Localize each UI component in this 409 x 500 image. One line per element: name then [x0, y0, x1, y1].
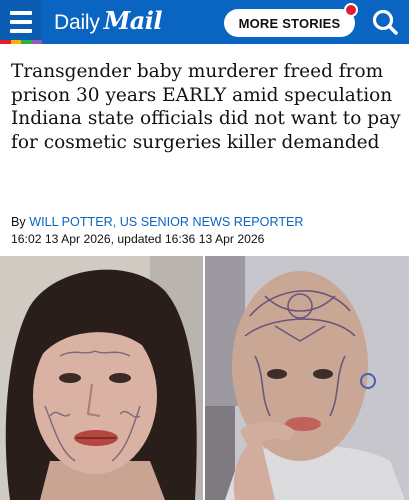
menu-button[interactable] [0, 0, 42, 44]
logo-mail: Mail [103, 6, 163, 35]
portrait-image [0, 256, 203, 500]
search-button[interactable] [368, 6, 402, 38]
portrait-image [205, 256, 409, 500]
site-header: Daily Mail MORE STORIES [0, 0, 409, 44]
color-stripe [0, 40, 42, 44]
site-logo[interactable]: Daily Mail [54, 6, 163, 38]
menu-icon [10, 11, 32, 15]
article-headline: Transgender baby murderer freed from pri… [11, 61, 401, 153]
search-icon [372, 9, 398, 35]
article-timestamp: 16:02 13 Apr 2026, updated 16:36 13 Apr … [11, 232, 265, 246]
notification-dot [344, 3, 358, 17]
article-photo-right[interactable] [205, 256, 409, 500]
logo-daily: Daily [54, 11, 100, 34]
byline: By WILL POTTER, US SENIOR NEWS REPORTER [11, 214, 403, 230]
article-photo-left[interactable] [0, 256, 203, 500]
more-stories-button[interactable]: MORE STORIES [224, 9, 355, 37]
author-link[interactable]: WILL POTTER, US SENIOR NEWS REPORTER [29, 215, 303, 229]
byline-prefix: By [11, 215, 30, 229]
